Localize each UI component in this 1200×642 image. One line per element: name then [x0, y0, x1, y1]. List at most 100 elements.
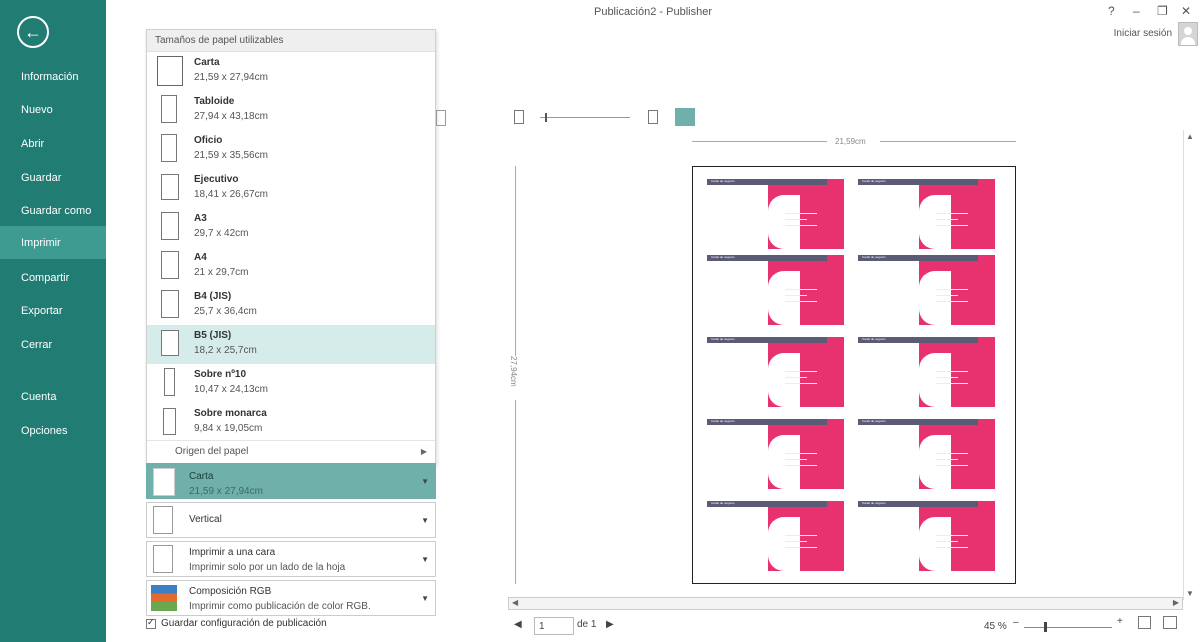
spin-icon[interactable] [436, 110, 446, 126]
paper-item-a4[interactable]: A4 21 x 29,7cm [147, 247, 435, 286]
scroll-down-icon[interactable]: ▼ [1186, 589, 1194, 598]
card-curve [919, 435, 951, 489]
card-title: Cartel de negocio [862, 419, 886, 423]
scroll-up-icon[interactable]: ▲ [1186, 132, 1194, 141]
pages-slider-thumb[interactable] [545, 113, 547, 122]
ruler-horizontal [692, 141, 827, 142]
paper-item-carta[interactable]: Carta 21,59 x 27,94cm [147, 52, 435, 91]
card-title: Cartel de negocio [711, 337, 735, 341]
close-button[interactable]: ✕ [1181, 4, 1191, 18]
help-button[interactable]: ? [1108, 4, 1115, 18]
paper-name: Carta [194, 57, 220, 68]
card-title: Cartel de negocio [862, 337, 886, 341]
multi-page-view-icon[interactable] [1163, 616, 1177, 629]
sidebar-item-informacion[interactable]: Información [0, 60, 106, 93]
business-card: Cartel de negocio [707, 337, 847, 407]
business-card: Cartel de negocio [858, 255, 998, 325]
zoom-level: 45 % [984, 621, 1007, 632]
color-mode-select[interactable]: Composición RGB Imprimir como publicació… [146, 580, 436, 616]
page-icon [161, 330, 179, 356]
card-text-line [936, 547, 968, 548]
card-curve [919, 517, 951, 571]
paper-origin-menu[interactable]: Origen del papel ▶ [147, 440, 435, 462]
print-sides-desc: Imprimir solo por un lado de la hoja [189, 562, 346, 573]
zoom-slider-thumb[interactable] [1044, 622, 1047, 632]
ruler-toggle-icon[interactable] [675, 108, 695, 126]
paper-dims: 18,2 x 25,7cm [194, 345, 257, 356]
signin-link[interactable]: Iniciar sesión [1114, 28, 1172, 39]
zoom-in-button[interactable]: + [1117, 616, 1123, 627]
horizontal-scrollbar[interactable]: ◀ ▶ [508, 597, 1183, 610]
card-curve [768, 195, 800, 249]
sidebar-item-imprimir[interactable]: Imprimir [0, 226, 106, 259]
sidebar-item-opciones[interactable]: Opciones [0, 414, 106, 447]
checkbox-icon[interactable] [146, 617, 156, 629]
zoom-out-button[interactable]: – [1013, 617, 1019, 628]
card-curve [768, 517, 800, 571]
card-title-bar: Cartel de negocio [707, 255, 827, 261]
next-page-button[interactable]: ▶ [606, 619, 614, 630]
vertical-scrollbar[interactable]: ▲ ▼ [1183, 130, 1195, 600]
card-title-bar: Cartel de negocio [858, 419, 978, 425]
card-text-line [785, 453, 817, 454]
card-curve [919, 195, 951, 249]
paper-origin-label: Origen del papel [175, 446, 249, 457]
card-text-line [936, 541, 958, 542]
business-card: Cartel de negocio [858, 419, 998, 489]
paper-item-a3[interactable]: A3 29,7 x 42cm [147, 208, 435, 247]
sidebar-item-exportar[interactable]: Exportar [0, 294, 106, 327]
business-card: Cartel de negocio [707, 255, 847, 325]
sidebar-item-guardar[interactable]: Guardar [0, 161, 106, 194]
paper-item-b5-jis[interactable]: B5 (JIS) 18,2 x 25,7cm [147, 325, 435, 364]
color-mode-desc: Imprimir como publicación de color RGB. [189, 601, 371, 612]
sidebar-item-cerrar[interactable]: Cerrar [0, 328, 106, 361]
paper-dims: 21 x 29,7cm [194, 267, 249, 278]
ruler-vertical [515, 166, 516, 356]
card-title-bar: Cartel de negocio [858, 337, 978, 343]
print-sides-select[interactable]: Imprimir a una cara Imprimir solo por un… [146, 541, 436, 577]
back-arrow-icon[interactable]: ← [17, 16, 49, 48]
paper-item-sobre-monarca[interactable]: Sobre monarca 9,84 x 19,05cm [147, 403, 435, 442]
color-mode-label: Composición RGB [189, 586, 272, 597]
paper-size-select[interactable]: Carta 21,59 x 27,94cm ▼ [146, 463, 436, 499]
sidebar-item-abrir[interactable]: Abrir [0, 127, 106, 160]
single-page-icon[interactable] [514, 110, 524, 124]
portrait-page-icon [153, 506, 173, 534]
card-curve [768, 435, 800, 489]
paper-size-dims: 21,59 x 27,94cm [189, 486, 263, 497]
card-text-line [785, 377, 807, 378]
avatar[interactable] [1178, 22, 1198, 46]
page-icon [161, 212, 179, 240]
scroll-right-icon[interactable]: ▶ [1173, 598, 1179, 607]
minimize-button[interactable]: – [1133, 4, 1140, 18]
save-config-checkbox[interactable]: Guardar configuración de publicación [146, 617, 327, 629]
paper-item-tabloide[interactable]: Tabloide 27,94 x 43,18cm [147, 91, 435, 130]
paper-size-label: Carta [189, 471, 214, 482]
page-icon [153, 468, 175, 496]
multi-page-icon[interactable] [648, 110, 658, 124]
orientation-select[interactable]: Vertical ▼ [146, 502, 436, 538]
page-icon [161, 134, 177, 162]
ruler-vertical [515, 400, 516, 584]
page-number-input[interactable]: 1 [534, 617, 574, 635]
paper-item-ejecutivo[interactable]: Ejecutivo 18,41 x 26,67cm [147, 169, 435, 208]
card-text-line [785, 535, 817, 536]
sidebar-item-guardar-como[interactable]: Guardar como [0, 194, 106, 227]
paper-item-sobre-n10[interactable]: Sobre nº10 10,47 x 24,13cm [147, 364, 435, 403]
prev-page-button[interactable]: ◀ [514, 619, 522, 630]
sidebar-item-nuevo[interactable]: Nuevo [0, 93, 106, 126]
pages-slider[interactable] [540, 117, 630, 118]
card-text-line [785, 547, 817, 548]
sidebar-item-compartir[interactable]: Compartir [0, 261, 106, 294]
scroll-left-icon[interactable]: ◀ [512, 598, 518, 607]
card-title-bar: Cartel de negocio [707, 501, 827, 507]
zoom-slider[interactable] [1024, 627, 1112, 628]
paper-item-b4-jis[interactable]: B4 (JIS) 25,7 x 36,4cm [147, 286, 435, 325]
sidebar-item-cuenta[interactable]: Cuenta [0, 380, 106, 413]
restore-button[interactable]: ❐ [1157, 4, 1168, 18]
card-title-bar: Cartel de negocio [858, 255, 978, 261]
fit-page-icon[interactable] [1138, 616, 1151, 629]
paper-name: Oficio [194, 135, 223, 146]
paper-item-oficio[interactable]: Oficio 21,59 x 35,56cm [147, 130, 435, 169]
rgb-color-icon [151, 585, 177, 611]
